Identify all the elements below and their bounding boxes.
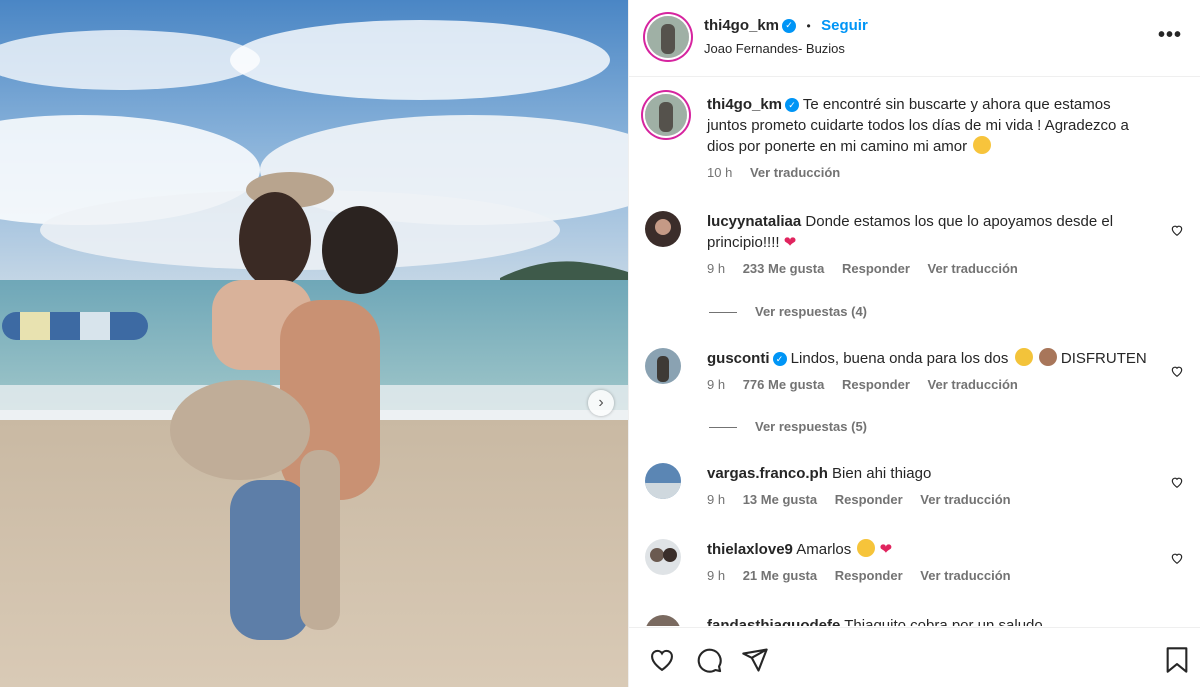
post-details-panel: thi4go_km ✓ • Seguir Joao Fernandes- Buzi… [628,0,1200,687]
heart-icon[interactable] [648,646,676,674]
caption-avatar[interactable] [645,94,687,136]
comment-like-heart-icon[interactable] [1170,475,1184,489]
view-replies-label: Ver respuestas (4) [755,304,868,319]
follow-button[interactable]: Seguir [821,17,868,34]
chevron-right-icon: › [598,394,604,411]
bookmark-icon[interactable] [1163,646,1191,674]
post-location[interactable]: Joao Fernandes- Buzios [704,41,845,56]
heart-eyes-emoji-icon [857,539,876,557]
post-actions-bar [629,627,1200,688]
comment-likes[interactable]: 21 Me gusta [743,568,817,583]
red-heart-emoji-icon: ❤ [783,234,797,251]
comment-text: Lindos, buena onda para los dos [790,350,1009,367]
comment-text: Bien ahi thiago [832,465,932,482]
verified-badge-icon: ✓ [785,98,800,113]
verified-badge-icon: ✓ [782,18,797,33]
flexed-biceps-emoji-icon [1038,348,1057,366]
comment-reply-button[interactable]: Responder [835,492,903,507]
comment-like-heart-icon[interactable] [1170,223,1184,237]
comments-scroll[interactable]: thi4go_km ✓ Te encontré sin buscarte y ah… [629,77,1200,626]
red-heart-emoji-icon: ❤ [879,541,893,558]
comment-reply-button[interactable]: Responder [842,377,910,392]
comment-item: vargas.franco.ph Bien ahi thiago 9 h 13 … [645,463,1184,507]
more-options-button[interactable]: ••• [1158,24,1182,47]
comment-item: gusconti ✓ Lindos, buena onda para los do… [645,348,1184,392]
comment-time[interactable]: 9 h [707,377,725,392]
share-icon[interactable] [741,646,769,674]
post-image [0,0,628,687]
separator-dot: • [806,19,811,33]
comment-translate-link[interactable]: Ver traducción [920,568,1010,583]
comment-username[interactable]: gusconti [707,350,770,367]
author-username[interactable]: thi4go_km [704,17,779,34]
comment-like-heart-icon[interactable] [1170,551,1184,565]
view-replies-label: Ver respuestas (5) [755,419,868,434]
verified-badge-icon: ✓ [772,352,787,367]
view-replies-link[interactable]: Ver respuestas (5) [709,419,867,434]
comment-translate-link[interactable]: Ver traducción [928,261,1018,276]
comment-avatar[interactable] [645,211,681,247]
comment-username[interactable]: lucyynataliaa [707,213,801,230]
comment-time[interactable]: 9 h [707,568,725,583]
comment-username[interactable]: fandasthiaguodefe [707,617,840,626]
comment-avatar[interactable] [645,463,681,499]
caption-translate-link[interactable]: Ver traducción [750,165,840,180]
comment-username[interactable]: thielaxlove9 [707,541,793,558]
comment-item: thielaxlove9 Amarlos ❤ 9 h 21 Me gusta R… [645,539,1184,583]
comment-time[interactable]: 9 h [707,492,725,507]
comment-username[interactable]: vargas.franco.ph [707,465,828,482]
comment-translate-link[interactable]: Ver traducción [920,492,1010,507]
comment-item: lucyynataliaa Donde estamos los que lo a… [645,211,1184,276]
author-avatar[interactable] [647,16,689,58]
comment-item: fandasthiaguodefe Thiaguito cobra por un… [645,615,1184,626]
caption: thi4go_km ✓ Te encontré sin buscarte y ah… [645,94,1184,180]
comment-likes[interactable]: 233 Me gusta [743,261,825,276]
comment-text-suffix: DISFRUTEN [1060,350,1147,367]
comment-like-heart-icon[interactable] [1170,364,1184,378]
comment-text: Thiaguito cobra por un saludo [844,617,1043,626]
comment-text: Amarlos [796,541,852,558]
post-header: thi4go_km ✓ • Seguir Joao Fernandes- Buzi… [629,0,1200,77]
comment-time[interactable]: 9 h [707,261,725,276]
comment-avatar[interactable] [645,539,681,575]
clapping-hands-emoji-icon [1014,348,1033,366]
view-replies-link[interactable]: Ver respuestas (4) [709,304,867,319]
comment-reply-button[interactable]: Responder [835,568,903,583]
comment-translate-link[interactable]: Ver traducción [928,377,1018,392]
comment-avatar[interactable] [645,348,681,384]
caption-username[interactable]: thi4go_km [707,96,782,113]
caption-time[interactable]: 10 h [707,165,732,180]
comment-likes[interactable]: 776 Me gusta [743,377,825,392]
next-image-button[interactable]: › [588,390,614,416]
comment-avatar[interactable] [645,615,681,626]
comment-icon[interactable] [695,646,723,674]
comment-reply-button[interactable]: Responder [842,261,910,276]
smiling-hearts-emoji-icon [973,136,992,154]
comment-likes[interactable]: 13 Me gusta [743,492,817,507]
